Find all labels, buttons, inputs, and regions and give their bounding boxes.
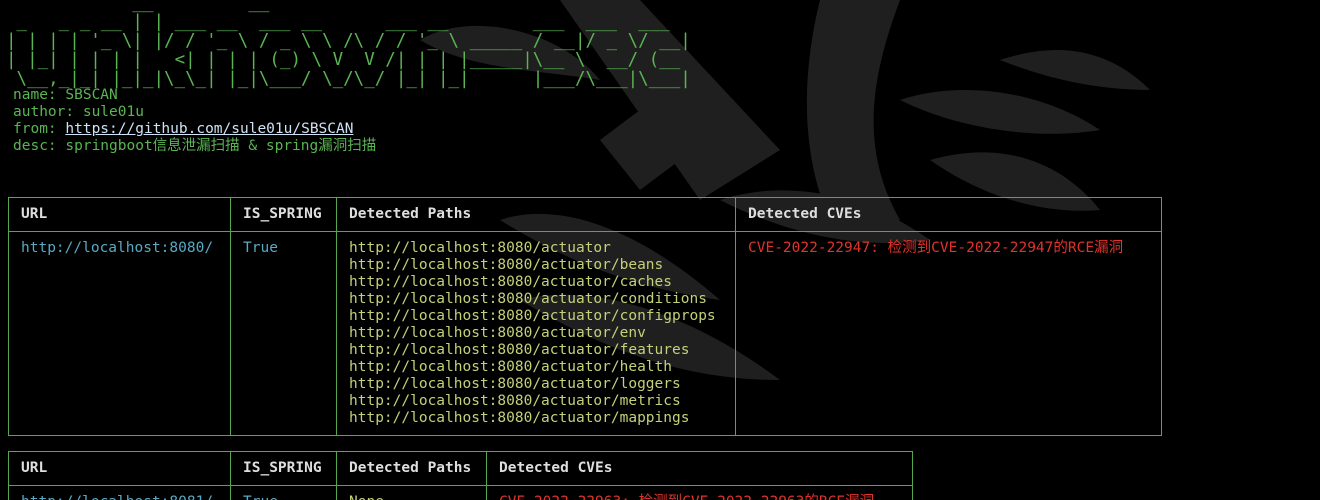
path-item: http://localhost:8080/actuator/condition…: [349, 291, 707, 307]
cell-detected-paths: None: [336, 485, 487, 500]
cell-url: http://localhost:8080/: [8, 231, 231, 436]
ascii-banner: __ __ _ _ _ __ | | ___ __ ___ __ ___ __ …: [6, 0, 765, 89]
header-detected-cves: Detected CVEs: [486, 451, 913, 486]
path-item: http://localhost:8080/actuator/env: [349, 325, 646, 341]
path-item: http://localhost:8080/actuator: [349, 240, 611, 256]
cell-detected-paths: http://localhost:8080/actuator http://lo…: [336, 231, 736, 436]
header-url: URL: [8, 451, 231, 486]
header-url: URL: [8, 197, 231, 232]
cell-is-spring: True: [230, 485, 337, 500]
cell-detected-cves: CVE-2022-22963: 检测到CVE-2022-22963的RCE漏洞: [486, 485, 913, 500]
path-item: http://localhost:8080/actuator/mappings: [349, 410, 690, 426]
tool-description: desc: springboot信息泄漏扫描 & spring漏洞扫描: [13, 138, 377, 154]
path-item: http://localhost:8080/actuator/metrics: [349, 393, 681, 409]
path-item: http://localhost:8080/actuator/features: [349, 342, 690, 358]
tool-info: name: SBSCAN author: sule01u from: https…: [13, 87, 376, 155]
tool-author: author: sule01u: [13, 104, 144, 120]
header-is-spring: IS_SPRING: [230, 451, 337, 486]
github-link[interactable]: https://github.com/sule01u/SBSCAN: [65, 121, 353, 137]
path-item: http://localhost:8080/actuator/loggers: [349, 376, 681, 392]
cell-url: http://localhost:8081/: [8, 485, 231, 500]
tool-source: from: https://github.com/sule01u/SBSCAN: [13, 121, 354, 137]
header-detected-cves: Detected CVEs: [735, 197, 1162, 232]
path-item: http://localhost:8080/actuator/beans: [349, 257, 664, 273]
path-item: http://localhost:8080/actuator/health: [349, 359, 673, 375]
scan-result-table-8081: URL IS_SPRING Detected Paths Detected CV…: [8, 451, 913, 500]
scan-result-table-8080: URL IS_SPRING Detected Paths Detected CV…: [8, 197, 1162, 436]
header-is-spring: IS_SPRING: [230, 197, 337, 232]
path-item: http://localhost:8080/actuator/caches: [349, 274, 673, 290]
table-header-row: URL IS_SPRING Detected Paths Detected CV…: [8, 451, 913, 486]
path-item: http://localhost:8080/actuator/configpro…: [349, 308, 716, 324]
header-detected-paths: Detected Paths: [336, 197, 736, 232]
tool-name: name: SBSCAN: [13, 87, 118, 103]
header-detected-paths: Detected Paths: [336, 451, 487, 486]
cell-is-spring: True: [230, 231, 337, 436]
table-row: http://localhost:8081/ True None CVE-202…: [8, 485, 913, 500]
table-header-row: URL IS_SPRING Detected Paths Detected CV…: [8, 197, 1162, 232]
table-row: http://localhost:8080/ True http://local…: [8, 231, 1162, 436]
cell-detected-cves: CVE-2022-22947: 检测到CVE-2022-22947的RCE漏洞: [735, 231, 1162, 436]
